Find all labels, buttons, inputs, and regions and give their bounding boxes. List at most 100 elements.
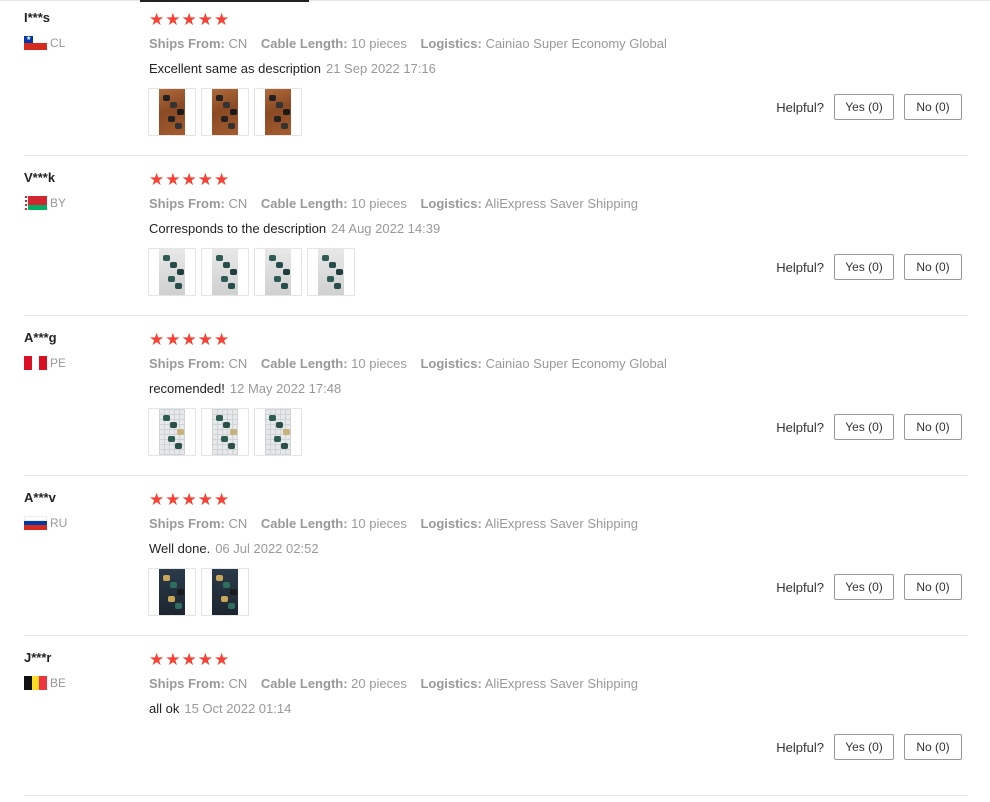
review-photo-thumbnail[interactable] bbox=[201, 568, 249, 616]
reviewer-name: V***k bbox=[24, 170, 56, 185]
cable-length-label: Cable Length: bbox=[260, 356, 348, 371]
star-icon: ★ bbox=[165, 10, 181, 29]
helpful-yes-button[interactable]: Yes (0) bbox=[834, 414, 894, 440]
review-text-line: recomended! 12 May 2022 17:48 bbox=[149, 381, 341, 396]
review-attributes: Ships From: CN Cable Length: 10 pieces L… bbox=[149, 36, 677, 51]
review-photos bbox=[148, 568, 249, 616]
helpful-no-button[interactable]: No (0) bbox=[904, 734, 962, 760]
helpful-yes-button[interactable]: Yes (0) bbox=[834, 254, 894, 280]
star-icon: ★ bbox=[165, 490, 181, 509]
logistics-value: Cainiao Super Economy Global bbox=[485, 356, 667, 371]
helpful-yes-button[interactable]: Yes (0) bbox=[834, 734, 894, 760]
star-icon: ★ bbox=[181, 490, 197, 509]
helpful-no-button[interactable]: No (0) bbox=[904, 254, 962, 280]
cable-length-label: Cable Length: bbox=[260, 196, 348, 211]
ships-from-label: Ships From: bbox=[149, 36, 225, 51]
cable-length-value: 20 pieces bbox=[351, 676, 407, 691]
helpful-no-button[interactable]: No (0) bbox=[904, 94, 962, 120]
review-date: 06 Jul 2022 02:52 bbox=[215, 541, 319, 556]
star-icon: ★ bbox=[197, 10, 213, 29]
review-photos bbox=[148, 88, 302, 136]
review-photo bbox=[265, 89, 291, 135]
review-photo-thumbnail[interactable] bbox=[254, 88, 302, 136]
star-icon: ★ bbox=[165, 650, 181, 669]
reviewer-country: BY bbox=[24, 196, 66, 210]
star-icon: ★ bbox=[181, 170, 197, 189]
review-text: Corresponds to the description bbox=[149, 221, 327, 236]
review-text-line: Corresponds to the description 24 Aug 202… bbox=[149, 221, 440, 236]
review-photo-thumbnail[interactable] bbox=[307, 248, 355, 296]
review-item: I***s ★ CL ★ ★ ★ ★ ★ Ships From: CN Cable Le… bbox=[0, 2, 990, 162]
review-divider bbox=[24, 795, 968, 796]
logistics-label: Logistics: bbox=[420, 36, 482, 51]
reviewer-country: ★ CL bbox=[24, 36, 65, 50]
belgium-flag-icon bbox=[24, 676, 47, 690]
ships-from-label: Ships From: bbox=[149, 516, 225, 531]
cable-length-value: 10 pieces bbox=[351, 36, 407, 51]
review-item: J***r BE ★ ★ ★ ★ ★ Ships From: CN Cable Leng… bbox=[0, 642, 990, 802]
helpful-yes-button[interactable]: Yes (0) bbox=[834, 94, 894, 120]
star-rating: ★ ★ ★ ★ ★ bbox=[149, 491, 229, 508]
peru-flag-icon bbox=[24, 356, 47, 370]
reviewer-country: RU bbox=[24, 516, 67, 530]
helpful-yes-button[interactable]: Yes (0) bbox=[834, 574, 894, 600]
reviewer-name: J***r bbox=[24, 650, 52, 665]
cable-length-value: 10 pieces bbox=[351, 516, 407, 531]
review-photo-thumbnail[interactable] bbox=[201, 248, 249, 296]
helpful-vote: Helpful? Yes (0) No (0) bbox=[776, 94, 962, 120]
logistics-label: Logistics: bbox=[420, 676, 482, 691]
logistics-label: Logistics: bbox=[420, 196, 482, 211]
star-rating: ★ ★ ★ ★ ★ bbox=[149, 651, 229, 668]
star-icon: ★ bbox=[214, 330, 230, 349]
review-photo bbox=[159, 89, 185, 135]
review-photo bbox=[318, 249, 344, 295]
star-icon: ★ bbox=[181, 10, 197, 29]
review-photos bbox=[148, 248, 355, 296]
review-date: 12 May 2022 17:48 bbox=[229, 381, 342, 396]
cable-length-label: Cable Length: bbox=[260, 676, 348, 691]
helpful-label: Helpful? bbox=[776, 579, 824, 595]
star-icon: ★ bbox=[197, 170, 213, 189]
helpful-no-button[interactable]: No (0) bbox=[904, 414, 962, 440]
review-photo bbox=[159, 569, 185, 615]
logistics-value: Cainiao Super Economy Global bbox=[485, 36, 667, 51]
review-divider bbox=[24, 315, 968, 316]
star-icon: ★ bbox=[149, 650, 165, 669]
star-icon: ★ bbox=[165, 170, 181, 189]
star-icon: ★ bbox=[197, 650, 213, 669]
star-icon: ★ bbox=[214, 650, 230, 669]
review-divider bbox=[24, 155, 968, 156]
review-photo-thumbnail[interactable] bbox=[254, 248, 302, 296]
star-icon: ★ bbox=[214, 170, 230, 189]
ships-from-value: CN bbox=[228, 356, 248, 371]
review-photo bbox=[212, 249, 238, 295]
logistics-label: Logistics: bbox=[420, 516, 482, 531]
review-photo-thumbnail[interactable] bbox=[148, 568, 196, 616]
star-rating: ★ ★ ★ ★ ★ bbox=[149, 331, 229, 348]
review-photo-thumbnail[interactable] bbox=[148, 248, 196, 296]
review-item: A***g PE ★ ★ ★ ★ ★ Ships From: CN Cable Leng… bbox=[0, 322, 990, 482]
review-photo bbox=[159, 249, 185, 295]
ships-from-value: CN bbox=[228, 36, 248, 51]
review-photo-thumbnail[interactable] bbox=[148, 88, 196, 136]
star-icon: ★ bbox=[214, 490, 230, 509]
star-rating: ★ ★ ★ ★ ★ bbox=[149, 171, 229, 188]
star-icon: ★ bbox=[149, 170, 165, 189]
country-code: PE bbox=[50, 356, 67, 370]
helpful-no-button[interactable]: No (0) bbox=[904, 574, 962, 600]
review-divider bbox=[24, 475, 968, 476]
reviewer-name: A***g bbox=[24, 330, 57, 345]
review-text: recomended! bbox=[149, 381, 225, 396]
review-photo-thumbnail[interactable] bbox=[201, 408, 249, 456]
helpful-vote: Helpful? Yes (0) No (0) bbox=[776, 734, 962, 760]
review-photo bbox=[159, 409, 185, 455]
review-photo-thumbnail[interactable] bbox=[148, 408, 196, 456]
review-photo-thumbnail[interactable] bbox=[201, 88, 249, 136]
logistics-value: AliExpress Saver Shipping bbox=[484, 516, 638, 531]
review-photo-thumbnail[interactable] bbox=[254, 408, 302, 456]
cable-length-value: 10 pieces bbox=[351, 356, 407, 371]
reviewer-name: I***s bbox=[24, 10, 51, 25]
star-icon: ★ bbox=[165, 330, 181, 349]
review-text: all ok bbox=[149, 701, 180, 716]
review-text-line: all ok 15 Oct 2022 01:14 bbox=[149, 701, 291, 716]
